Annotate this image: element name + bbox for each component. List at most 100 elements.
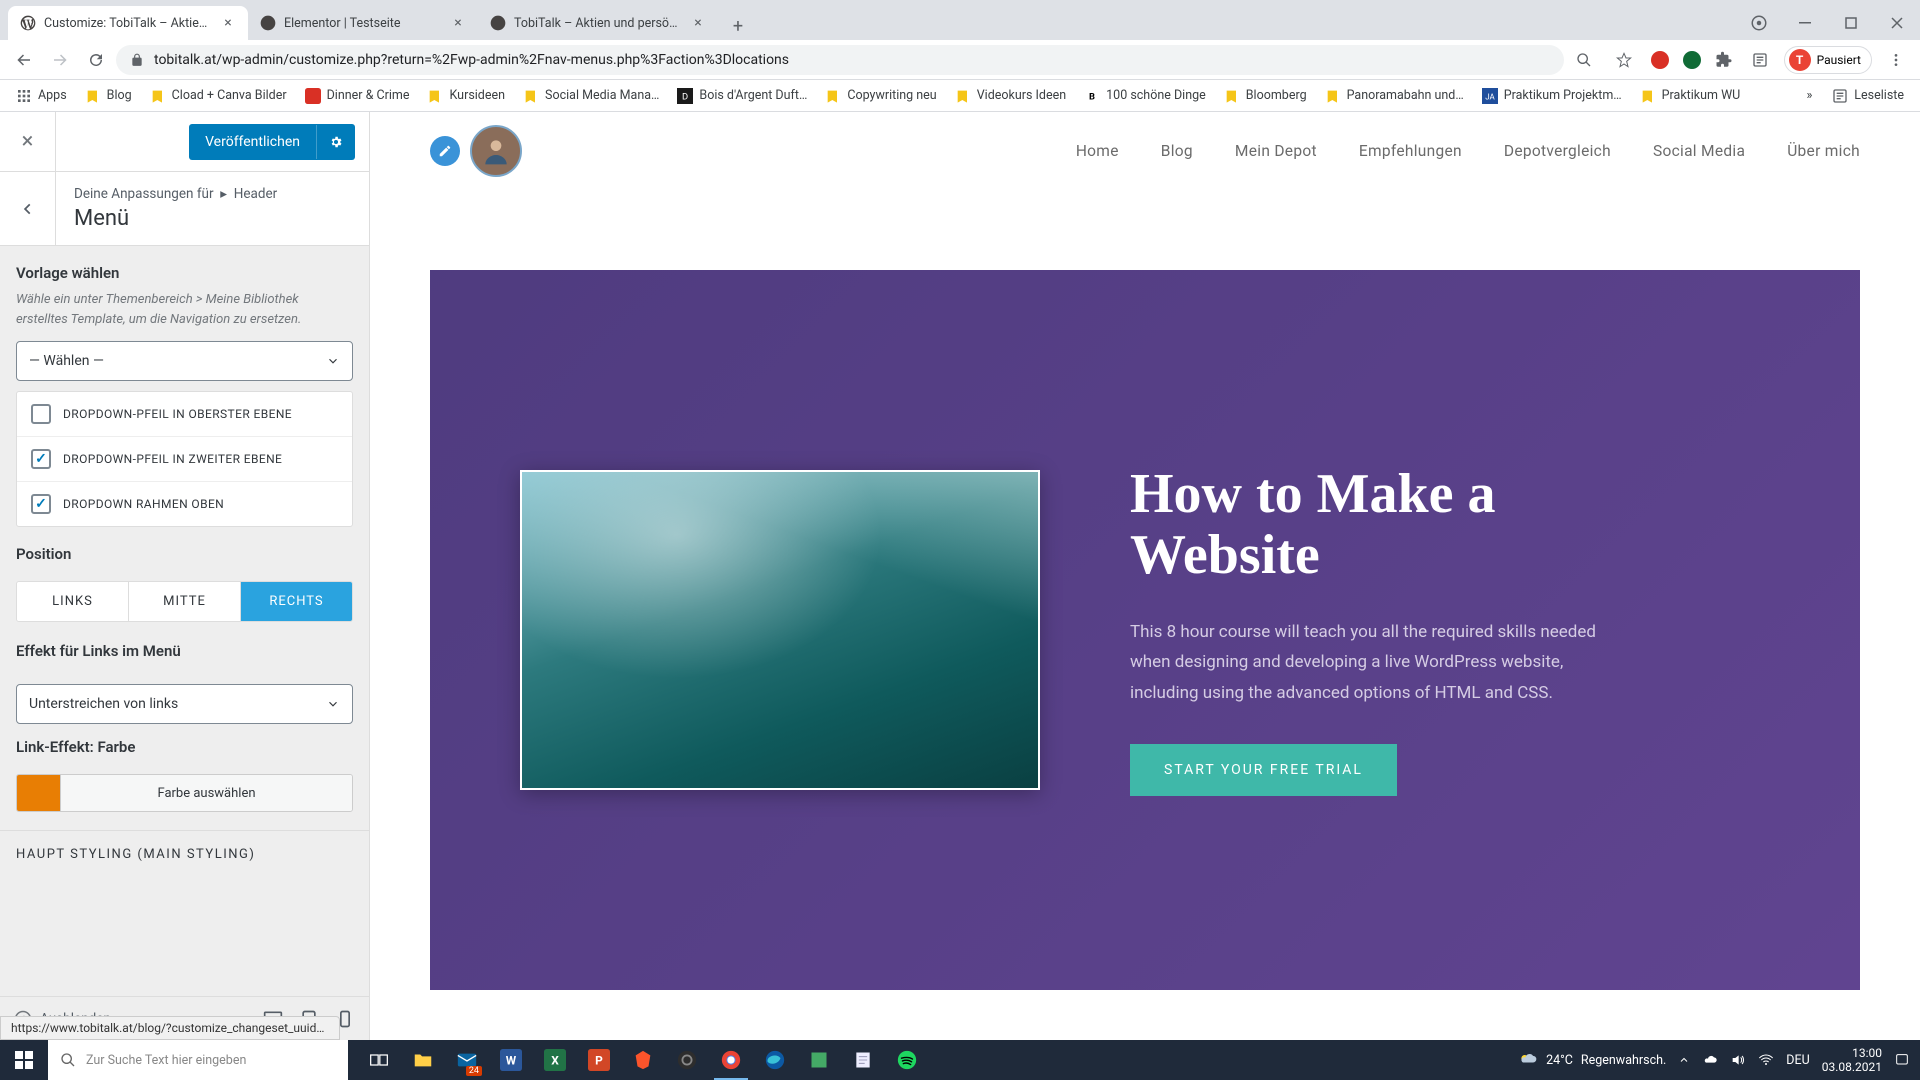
menu-kebab-icon[interactable] — [1880, 44, 1912, 76]
word-icon[interactable]: W — [490, 1040, 532, 1080]
browser-tab[interactable]: Elementor | Testseite × — [248, 6, 478, 40]
link-effect-heading: Effekt für Links im Menü — [16, 642, 353, 660]
nav-link[interactable]: Blog — [1161, 142, 1193, 160]
apps-button[interactable]: Apps — [8, 84, 75, 108]
position-left-button[interactable]: LINKS — [17, 582, 129, 621]
color-picker-button[interactable]: Farbe auswählen — [16, 774, 353, 812]
tab-title: TobiTalk – Aktien und persönlich — [514, 16, 682, 31]
wordpress-icon — [260, 15, 276, 31]
nav-link[interactable]: Home — [1076, 142, 1119, 160]
site-logo-avatar[interactable] — [470, 125, 522, 177]
reading-list-button[interactable]: Leseliste — [1824, 84, 1912, 108]
bookmark-item[interactable]: Kursideen — [419, 84, 513, 108]
bookmark-item[interactable]: Blog — [77, 84, 140, 108]
chrome-icon[interactable] — [710, 1040, 752, 1080]
checkbox-second-arrow[interactable] — [31, 449, 51, 469]
checkbox-top-arrow[interactable] — [31, 404, 51, 424]
close-icon[interactable]: × — [690, 15, 706, 31]
back-button[interactable] — [8, 44, 40, 76]
back-section-button[interactable] — [0, 172, 56, 245]
checkbox-frame-top[interactable] — [31, 494, 51, 514]
browser-tab-active[interactable]: Customize: TobiTalk – Aktien un × — [8, 6, 248, 40]
nav-link[interactable]: Empfehlungen — [1359, 142, 1462, 160]
checkbox-label: DROPDOWN-PFEIL IN OBERSTER EBENE — [63, 407, 292, 421]
weather-widget[interactable]: 24°C Regenwahrsch. — [1518, 1050, 1666, 1070]
zoom-icon[interactable] — [1568, 44, 1600, 76]
tab-title: Customize: TobiTalk – Aktien un — [44, 16, 212, 31]
extension-icon[interactable] — [1648, 48, 1672, 72]
reload-button[interactable] — [80, 44, 112, 76]
maximize-button[interactable] — [1828, 6, 1874, 40]
profile-chip[interactable]: T Pausiert — [1784, 46, 1872, 74]
link-color-heading: Link-Effekt: Farbe — [16, 738, 353, 756]
bookmark-item[interactable]: Praktikum WU — [1632, 84, 1749, 108]
nav-link[interactable]: Social Media — [1653, 142, 1745, 160]
nav-link[interactable]: Mein Depot — [1235, 142, 1317, 160]
close-customizer-button[interactable]: × — [0, 112, 56, 172]
close-icon[interactable]: × — [450, 15, 466, 31]
edge-icon[interactable] — [754, 1040, 796, 1080]
notepad-icon[interactable] — [842, 1040, 884, 1080]
template-heading: Vorlage wählen — [16, 264, 353, 282]
edit-shortcut-icon[interactable] — [430, 136, 460, 166]
cta-button[interactable]: START YOUR FREE TRIAL — [1130, 744, 1397, 796]
position-center-button[interactable]: MITTE — [129, 582, 241, 621]
forward-button[interactable] — [44, 44, 76, 76]
excel-icon[interactable]: X — [534, 1040, 576, 1080]
browser-toolbar: tobitalk.at/wp-admin/customize.php?retur… — [0, 40, 1920, 80]
nav-link[interactable]: Depotvergleich — [1504, 142, 1611, 160]
address-bar[interactable]: tobitalk.at/wp-admin/customize.php?retur… — [116, 45, 1564, 75]
obs-icon[interactable] — [666, 1040, 708, 1080]
mail-icon[interactable]: 24 — [446, 1040, 488, 1080]
file-explorer-icon[interactable] — [402, 1040, 444, 1080]
position-heading: Position — [16, 545, 353, 563]
bookmark-star-icon[interactable] — [1608, 44, 1640, 76]
gear-icon[interactable] — [316, 125, 355, 159]
svg-text:D: D — [682, 91, 688, 102]
volume-icon[interactable] — [1730, 1052, 1746, 1068]
position-button-group: LINKS MITTE RECHTS — [16, 581, 353, 622]
bookmarks-overflow[interactable]: » — [1798, 84, 1820, 107]
app-icon[interactable] — [798, 1040, 840, 1080]
link-effect-select[interactable]: Unterstreichen von links — [16, 684, 353, 724]
powerpoint-icon[interactable]: P — [578, 1040, 620, 1080]
incognito-icon[interactable] — [1736, 6, 1782, 40]
bookmark-item[interactable]: DBois d'Argent Duft… — [669, 84, 815, 108]
checkbox-label: DROPDOWN RAHMEN OBEN — [63, 497, 224, 511]
extension-icon[interactable] — [1680, 48, 1704, 72]
readlist-icon[interactable] — [1744, 44, 1776, 76]
onedrive-icon[interactable] — [1702, 1052, 1718, 1068]
notifications-icon[interactable] — [1894, 1052, 1910, 1068]
bookmark-item[interactable]: Dinner & Crime — [297, 84, 418, 108]
tray-chevron-icon[interactable] — [1678, 1054, 1690, 1066]
bookmark-item[interactable]: Cload + Canva Bilder — [142, 84, 295, 108]
taskbar-search[interactable]: Zur Suche Text hier eingeben — [48, 1040, 348, 1080]
extensions-puzzle-icon[interactable] — [1712, 48, 1736, 72]
bookmark-item[interactable]: B100 schöne Dinge — [1076, 84, 1214, 108]
start-button[interactable] — [0, 1040, 48, 1080]
bookmark-item[interactable]: Social Media Mana… — [515, 84, 667, 108]
nav-link[interactable]: Über mich — [1787, 142, 1860, 160]
tab-strip: Customize: TobiTalk – Aktien un × Elemen… — [0, 0, 1920, 40]
bookmark-item[interactable]: Panoramabahn und… — [1317, 84, 1472, 108]
clock[interactable]: 13:00 03.08.2021 — [1822, 1046, 1882, 1075]
language-indicator[interactable]: DEU — [1786, 1053, 1809, 1068]
close-icon[interactable]: × — [220, 15, 236, 31]
spotify-icon[interactable] — [886, 1040, 928, 1080]
browser-tab[interactable]: TobiTalk – Aktien und persönlich × — [478, 6, 718, 40]
svg-text:X: X — [551, 1054, 559, 1068]
wifi-icon[interactable] — [1758, 1052, 1774, 1068]
template-select[interactable]: — Wählen — — [16, 341, 353, 381]
task-view-button[interactable] — [358, 1040, 400, 1080]
bookmark-item[interactable]: JAPraktikum Projektm… — [1474, 84, 1630, 108]
position-right-button[interactable]: RECHTS — [241, 582, 352, 621]
bookmarks-bar: Apps Blog Cload + Canva Bilder Dinner & … — [0, 80, 1920, 112]
new-tab-button[interactable]: + — [724, 12, 752, 40]
publish-button[interactable]: Veröffentlichen — [189, 124, 355, 160]
brave-icon[interactable] — [622, 1040, 664, 1080]
close-window-button[interactable] — [1874, 6, 1920, 40]
minimize-button[interactable] — [1782, 6, 1828, 40]
bookmark-item[interactable]: Videokurs Ideen — [947, 84, 1074, 108]
bookmark-item[interactable]: Copywriting neu — [817, 84, 944, 108]
bookmark-item[interactable]: Bloomberg — [1216, 84, 1315, 108]
